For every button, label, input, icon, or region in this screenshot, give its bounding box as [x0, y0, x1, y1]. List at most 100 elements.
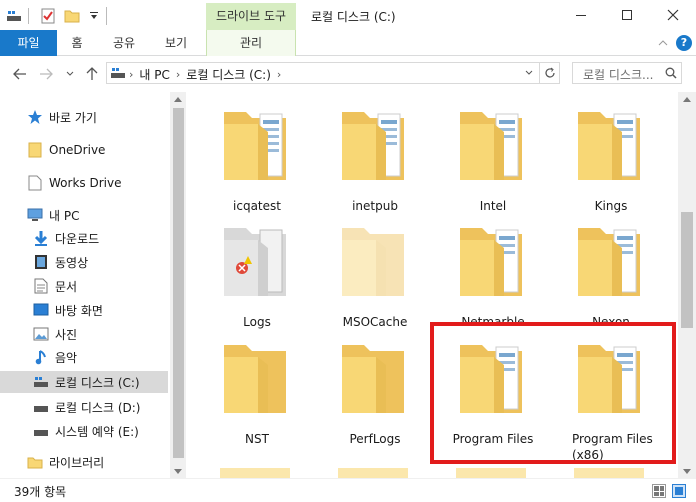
folder-icon [26, 141, 44, 159]
up-arrow-icon [86, 67, 98, 80]
new-folder-icon[interactable] [62, 6, 82, 26]
details-view-icon[interactable] [652, 484, 666, 498]
folder-label: icqatest [233, 199, 281, 213]
folder-item[interactable]: NST [202, 335, 312, 451]
close-icon [667, 9, 679, 21]
refresh-button[interactable] [539, 63, 559, 83]
ribbon-expand-chevron-icon[interactable] [656, 36, 670, 50]
nav-item-libraries[interactable]: 라이브러리 [0, 451, 168, 473]
folder-icon [342, 345, 404, 413]
nav-item-quick-access[interactable]: 바로 가기 [0, 106, 168, 128]
nav-item-downloads[interactable]: 다운로드 [0, 227, 168, 249]
nav-item-works-drive[interactable]: Works Drive [0, 172, 168, 194]
forward-button[interactable] [36, 64, 56, 84]
quick-access-drive-icon[interactable] [4, 6, 24, 26]
nav-scrollbar-thumb[interactable] [173, 108, 184, 458]
folder-icon [578, 228, 640, 296]
content-scroll-up-icon[interactable] [681, 94, 693, 104]
folder-icon [224, 345, 286, 413]
back-button[interactable] [10, 64, 30, 84]
folder-item[interactable]: Kings [556, 102, 666, 218]
nav-item-label: 내 PC [49, 208, 80, 223]
drive-icon [32, 398, 50, 416]
nav-scroll-down-icon[interactable] [172, 466, 184, 476]
nav-item-videos[interactable]: 동영상 [0, 251, 168, 273]
document-icon [26, 174, 44, 192]
nav-item-label: 바탕 화면 [55, 303, 103, 318]
maximize-icon [622, 10, 632, 20]
nav-item-music[interactable]: 음악 [0, 346, 168, 368]
content-scroll-down-icon[interactable] [681, 466, 693, 476]
nav-item-label: 문서 [55, 279, 78, 294]
folder-item[interactable]: MSOCache [320, 218, 430, 334]
pictures-icon [32, 325, 50, 343]
folder-icon [578, 112, 640, 180]
folder-item[interactable]: PerfLogs [320, 335, 430, 451]
nav-item-label: 동영상 [55, 255, 89, 270]
highlight-box [430, 322, 676, 464]
nav-item-onedrive[interactable]: OneDrive [0, 139, 168, 161]
minimize-icon [576, 15, 586, 16]
download-icon [32, 229, 50, 247]
folder-item[interactable]: inetpub [320, 102, 430, 218]
address-dropdown-button[interactable] [519, 63, 539, 83]
nav-item-label: 시스템 예약 (E:) [55, 424, 139, 439]
close-button[interactable] [650, 0, 696, 30]
search-box[interactable]: 로컬 디스크... [572, 62, 682, 84]
nav-item-local-disk-c[interactable]: 로컬 디스크 (C:) [0, 371, 168, 393]
tab-file[interactable]: 파일 [0, 30, 57, 56]
nav-item-desktop[interactable]: 바탕 화면 [0, 299, 168, 321]
breadcrumb-separator-icon[interactable]: › [129, 68, 133, 81]
folder-item-partial[interactable] [574, 468, 644, 478]
nav-scroll-up-icon[interactable] [172, 94, 184, 104]
folder-item[interactable]: Nexon [556, 218, 666, 334]
breadcrumb-separator-icon[interactable]: › [176, 68, 180, 81]
breadcrumb-this-pc[interactable]: 내 PC [139, 66, 169, 83]
nav-item-this-pc[interactable]: 내 PC [0, 204, 168, 226]
tab-manage[interactable]: 관리 [206, 30, 296, 56]
nav-item-label: 사진 [55, 327, 78, 342]
large-icons-view-icon[interactable] [672, 484, 686, 498]
customize-quick-access-icon[interactable] [84, 6, 104, 26]
maximize-button[interactable] [604, 0, 650, 30]
breadcrumb-separator-icon[interactable]: › [277, 68, 281, 81]
minimize-button[interactable] [558, 0, 604, 30]
address-bar[interactable]: › 내 PC › 로컬 디스크 (C:) › [106, 62, 560, 84]
music-icon [32, 348, 50, 366]
drive-icon [32, 373, 50, 391]
recent-locations-button[interactable] [60, 64, 80, 84]
folder-item[interactable]: icqatest [202, 102, 312, 218]
folder-item-partial[interactable] [456, 468, 526, 478]
folder-icon [460, 112, 522, 180]
drive-tools-label: 드라이브 도구 [206, 3, 296, 30]
properties-check-icon[interactable] [38, 6, 58, 26]
nav-item-label: 로컬 디스크 (C:) [55, 375, 140, 390]
folder-label: MSOCache [342, 315, 408, 329]
forward-arrow-icon [40, 68, 53, 80]
desktop-icon [32, 301, 50, 319]
nav-item-documents[interactable]: 문서 [0, 275, 168, 297]
folder-item[interactable]: Logs [202, 218, 312, 334]
tab-share[interactable]: 공유 [104, 30, 144, 56]
content-scrollbar-thumb[interactable] [681, 212, 693, 328]
folder-icon [224, 228, 286, 296]
chevron-down-icon [66, 71, 74, 76]
help-icon[interactable]: ? [676, 35, 692, 51]
folder-item[interactable]: Intel [438, 102, 548, 218]
window-title: 로컬 디스크 (C:) [311, 10, 396, 24]
title-separator-2 [102, 6, 110, 26]
folder-item[interactable]: Netmarble [438, 218, 548, 334]
folder-item-partial[interactable] [338, 468, 408, 478]
nav-item-system-reserved-e[interactable]: 시스템 예약 (E:) [0, 420, 168, 442]
nav-item-local-disk-d[interactable]: 로컬 디스크 (D:) [0, 396, 168, 418]
status-bar: 39개 항목 [0, 478, 696, 502]
folder-label: Logs [243, 315, 271, 329]
tab-home[interactable]: 홈 [62, 30, 92, 56]
nav-item-pictures[interactable]: 사진 [0, 323, 168, 345]
nav-item-label: 라이브러리 [49, 455, 105, 470]
up-button[interactable] [82, 64, 102, 84]
folder-item-partial[interactable] [220, 468, 290, 478]
item-count: 39개 항목 [14, 485, 67, 499]
tab-view[interactable]: 보기 [156, 30, 196, 56]
breadcrumb-local-disk-c[interactable]: 로컬 디스크 (C:) [186, 66, 271, 83]
